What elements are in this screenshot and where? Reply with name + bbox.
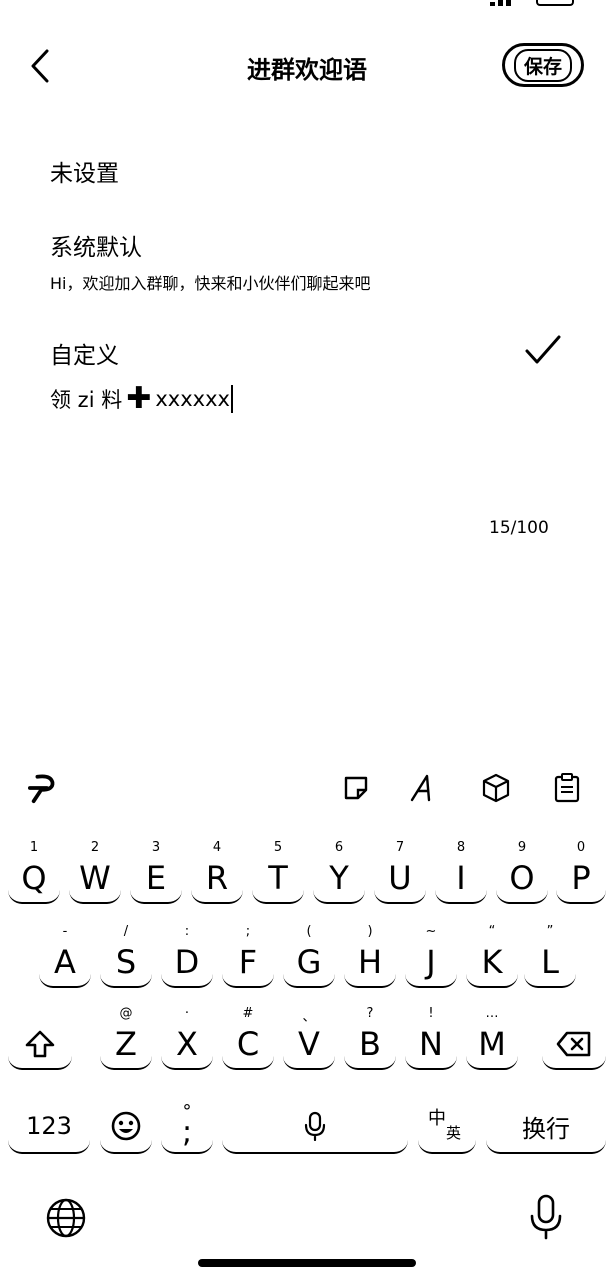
- cube-icon[interactable]: [480, 772, 512, 804]
- language-switch-key[interactable]: 中 英: [418, 1100, 476, 1154]
- option-system-default[interactable]: 系统默认 Hi，欢迎加入群聊，快来和小伙伴们聊起来吧: [50, 228, 370, 294]
- key-t[interactable]: 5T: [252, 840, 304, 904]
- option-custom[interactable]: 自定义: [50, 336, 119, 370]
- microphone-icon: [304, 1111, 326, 1141]
- numbers-key[interactable]: 123: [8, 1100, 90, 1154]
- key-v[interactable]: 、 V: [283, 1010, 335, 1070]
- key-o[interactable]: 9O: [496, 840, 548, 904]
- option-system-default-label: 系统默认: [50, 235, 142, 261]
- key-k[interactable]: “K: [466, 924, 518, 988]
- checkmark-icon: [524, 334, 562, 370]
- key-r[interactable]: 4R: [191, 840, 243, 904]
- space-key[interactable]: [222, 1100, 408, 1154]
- key-u[interactable]: 7U: [374, 840, 426, 904]
- keyboard-logo-icon[interactable]: [28, 772, 60, 804]
- backspace-icon: [556, 1031, 591, 1057]
- key-f[interactable]: ; F: [222, 924, 274, 988]
- globe-icon[interactable]: [42, 1194, 90, 1242]
- shift-arrow-icon: [25, 1030, 55, 1058]
- clipboard-icon[interactable]: [551, 772, 583, 804]
- key-q[interactable]: 1Q: [8, 840, 60, 904]
- key-s[interactable]: / S: [100, 924, 152, 988]
- key-x[interactable]: · X: [161, 1006, 213, 1070]
- custom-text-part1: 领 zi 料: [50, 388, 123, 412]
- punctuation-key[interactable]: ° ;: [161, 1100, 213, 1154]
- key-e[interactable]: 3E: [130, 840, 182, 904]
- key-m[interactable]: … M: [466, 1006, 518, 1070]
- character-count: 15/100: [489, 518, 549, 538]
- status-bar-indicators: [454, 0, 574, 6]
- home-indicator[interactable]: [198, 1259, 416, 1267]
- save-button[interactable]: 保存: [502, 43, 584, 87]
- custom-welcome-input[interactable]: 领 zi 料 ✚ xxxxxx: [50, 384, 233, 414]
- emoji-key[interactable]: [100, 1100, 152, 1154]
- key-c[interactable]: # C: [222, 1006, 274, 1070]
- key-z[interactable]: @ Z: [100, 1006, 152, 1070]
- key-p[interactable]: 0P: [556, 840, 606, 904]
- option-unset[interactable]: 未设置: [50, 154, 119, 188]
- font-style-icon[interactable]: [408, 772, 440, 804]
- dictation-microphone-icon[interactable]: [524, 1192, 568, 1242]
- key-g[interactable]: (G: [283, 924, 335, 988]
- key-i[interactable]: 8I: [435, 840, 487, 904]
- emoji-smile-icon: [111, 1111, 141, 1141]
- key-b[interactable]: ? B: [344, 1006, 396, 1070]
- key-l[interactable]: ” L: [524, 924, 576, 988]
- custom-text-part2: xxxxxx: [155, 387, 230, 411]
- backspace-key[interactable]: [542, 1020, 606, 1070]
- key-n[interactable]: ! N: [405, 1006, 457, 1070]
- plus-icon: ✚: [126, 381, 152, 416]
- key-a[interactable]: -A: [39, 924, 91, 988]
- key-w[interactable]: 2W: [69, 840, 121, 904]
- status-bar-time: [46, 0, 55, 14]
- option-system-default-description: Hi，欢迎加入群聊，快来和小伙伴们聊起来吧: [50, 274, 371, 293]
- key-j[interactable]: ~ J: [405, 924, 457, 988]
- return-key[interactable]: 换行: [486, 1100, 606, 1154]
- text-cursor: [230, 385, 233, 413]
- shift-key[interactable]: [8, 1020, 72, 1070]
- key-d[interactable]: :D: [161, 924, 213, 988]
- save-button-label: 保存: [513, 48, 572, 82]
- key-h[interactable]: ) H: [344, 924, 396, 988]
- sticker-icon[interactable]: [340, 772, 372, 804]
- key-y[interactable]: 6Y: [313, 840, 365, 904]
